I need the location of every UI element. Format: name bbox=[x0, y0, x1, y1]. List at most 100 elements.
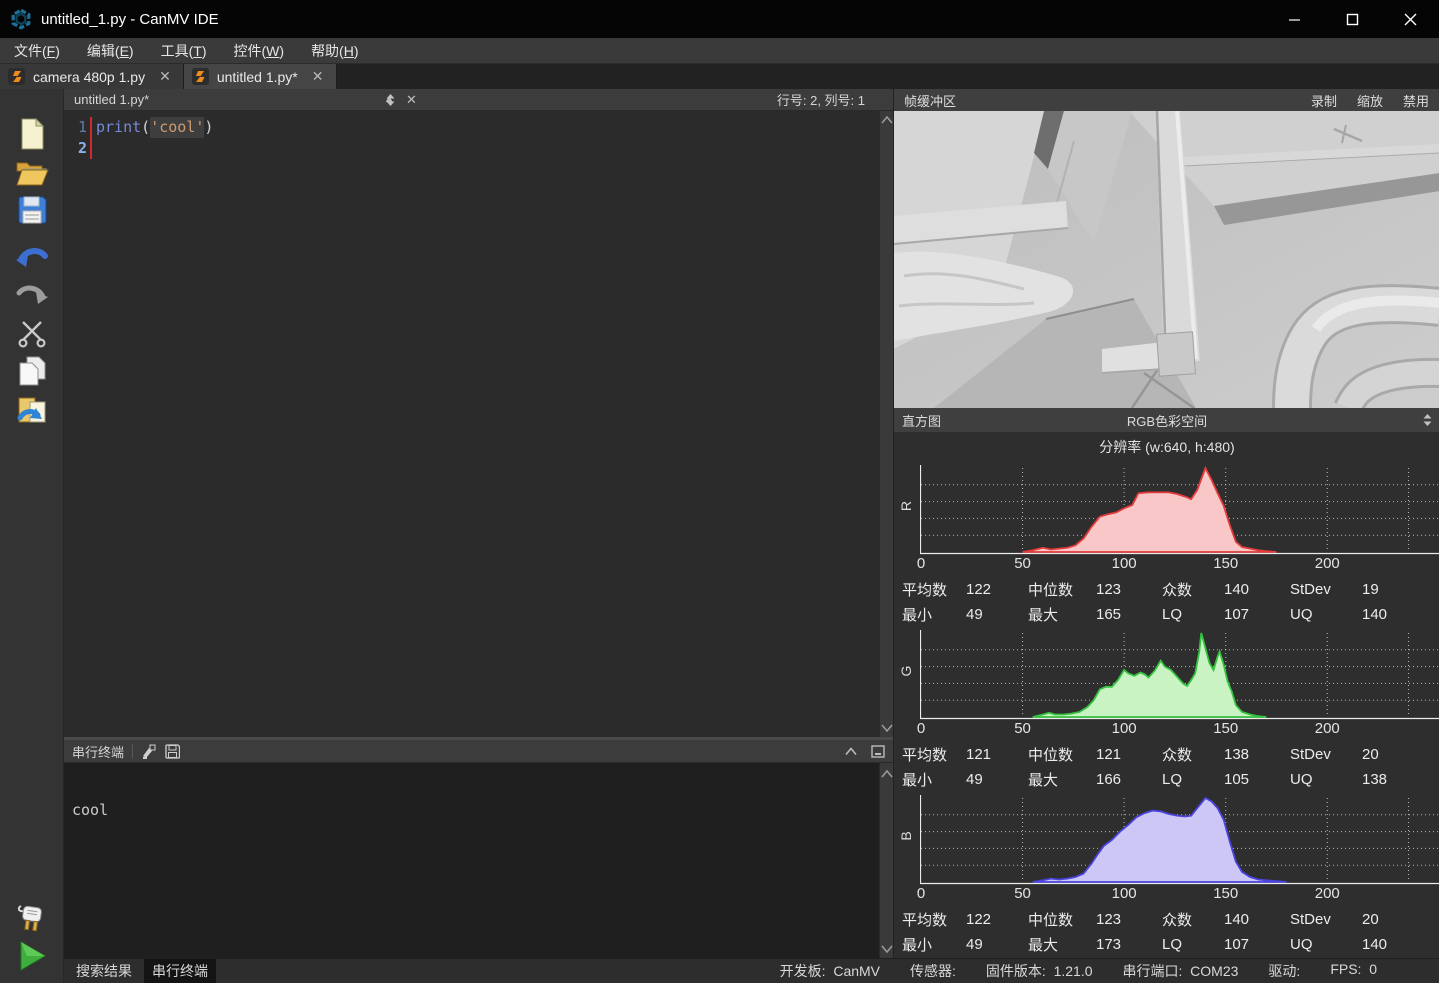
stat-label: 中位数 bbox=[1028, 744, 1096, 765]
stat-value: 123 bbox=[1096, 911, 1162, 928]
stat-label: LQ bbox=[1162, 936, 1224, 953]
tab-close-icon[interactable]: ✕ bbox=[159, 68, 171, 85]
stat-value: 122 bbox=[966, 911, 1028, 928]
scroll-up-icon[interactable] bbox=[881, 769, 893, 779]
left-toolbar bbox=[0, 89, 64, 983]
divider bbox=[132, 744, 133, 758]
status-bar: 搜索结果串行终端 开发板: CanMV传感器:固件版本: 1.21.0串行端口:… bbox=[64, 958, 1439, 983]
resolution-label: 分辨率 (w:640, h:480) bbox=[894, 432, 1439, 462]
connect-button[interactable] bbox=[14, 901, 50, 935]
channel-stats: 平均数122中位数123众数140StDev19最小49最大165LQ107UQ… bbox=[902, 577, 1439, 627]
paste-button[interactable] bbox=[14, 393, 50, 427]
sensor-field: 传感器: bbox=[910, 961, 956, 981]
minimize-button[interactable] bbox=[1265, 0, 1323, 38]
zoom-button[interactable]: 缩放 bbox=[1357, 91, 1383, 110]
run-play-icon bbox=[17, 940, 47, 972]
x-tick-label: 100 bbox=[1112, 885, 1137, 902]
channel-label: B bbox=[898, 826, 914, 846]
histogram-channel: G 050100150200 平均数121中位数121众数138StDev20最… bbox=[894, 627, 1439, 792]
menu-item[interactable]: 工具(T) bbox=[161, 41, 207, 61]
stat-label: 最大 bbox=[1028, 604, 1096, 625]
disable-button[interactable]: 禁用 bbox=[1403, 91, 1429, 110]
code-line[interactable]: 2 bbox=[64, 138, 879, 159]
save-terminal-icon[interactable] bbox=[165, 744, 180, 759]
histogram-channel: R 050100150200 平均数122中位数123众数140StDev19最… bbox=[894, 462, 1439, 627]
code-editor[interactable]: 1print('cool')2 bbox=[64, 111, 879, 737]
x-tick-label: 0 bbox=[917, 555, 925, 572]
stat-label: 最大 bbox=[1028, 769, 1096, 790]
channel-x-axis-labels: 050100150200 bbox=[894, 555, 1439, 575]
plug-icon bbox=[15, 902, 49, 934]
cut-button[interactable] bbox=[14, 316, 50, 350]
x-tick-label: 200 bbox=[1315, 720, 1340, 737]
menu-item[interactable]: 编辑(E) bbox=[87, 41, 134, 61]
stat-value: 173 bbox=[1096, 936, 1162, 953]
colorspace-select[interactable]: RGB色彩空间 bbox=[894, 411, 1439, 430]
stat-value: 140 bbox=[1362, 936, 1439, 953]
maximize-button[interactable] bbox=[1323, 0, 1381, 38]
stat-value: 20 bbox=[1362, 746, 1439, 763]
colorspace-spinner-icon[interactable] bbox=[1423, 413, 1432, 427]
x-tick-label: 50 bbox=[1014, 555, 1031, 572]
code-line[interactable]: 1print('cool') bbox=[64, 117, 879, 138]
histogram-channel: B 050100150200 平均数122中位数123众数140StDev20最… bbox=[894, 792, 1439, 957]
undo-button[interactable] bbox=[14, 241, 50, 275]
collapse-terminal-icon[interactable] bbox=[845, 747, 857, 756]
frame-buffer-panel: 帧缓冲区 录制缩放禁用 bbox=[893, 89, 1439, 958]
x-tick-label: 50 bbox=[1014, 885, 1031, 902]
file-tab-bar: camera 480p 1.py✕untitled 1.py*✕ bbox=[0, 64, 1439, 89]
paste-icon bbox=[16, 394, 48, 426]
board-field: 开发板: CanMV bbox=[780, 961, 880, 981]
run-button[interactable] bbox=[14, 939, 50, 973]
stat-value: 166 bbox=[1096, 771, 1162, 788]
menu-item[interactable]: 帮助(H) bbox=[311, 41, 358, 61]
stat-label: 最大 bbox=[1028, 934, 1096, 955]
scroll-down-icon[interactable] bbox=[881, 944, 893, 954]
copy-button[interactable] bbox=[14, 354, 50, 388]
redo-icon bbox=[15, 283, 49, 307]
file-tab[interactable]: camera 480p 1.py✕ bbox=[0, 64, 184, 89]
scroll-up-icon[interactable] bbox=[881, 115, 893, 125]
stat-value: 140 bbox=[1224, 911, 1290, 928]
terminal-title: 串行终端 bbox=[72, 742, 124, 761]
search-results-tab[interactable]: 搜索结果 bbox=[68, 959, 140, 983]
editor-file-title: untitled 1.py* bbox=[74, 92, 149, 107]
clear-terminal-icon[interactable] bbox=[141, 744, 157, 759]
stat-label: 平均数 bbox=[902, 744, 966, 765]
x-tick-label: 150 bbox=[1213, 720, 1238, 737]
record-button[interactable]: 录制 bbox=[1311, 91, 1337, 110]
scroll-down-icon[interactable] bbox=[881, 723, 893, 733]
x-tick-label: 200 bbox=[1315, 885, 1340, 902]
tab-close-icon[interactable]: ✕ bbox=[312, 68, 324, 85]
editor-close-icon[interactable]: ✕ bbox=[406, 92, 417, 108]
frame-buffer-image bbox=[894, 111, 1439, 408]
stat-label: StDev bbox=[1290, 911, 1362, 928]
redo-button[interactable] bbox=[14, 278, 50, 312]
stat-value: 107 bbox=[1224, 936, 1290, 953]
stat-value: 107 bbox=[1224, 606, 1290, 623]
terminal-output[interactable]: cool bbox=[64, 763, 879, 958]
save-button[interactable] bbox=[14, 193, 50, 227]
terminal-scrollbar[interactable] bbox=[879, 763, 893, 958]
open-file-button[interactable] bbox=[14, 155, 50, 189]
stat-value: 19 bbox=[1362, 581, 1439, 598]
detach-terminal-icon[interactable] bbox=[871, 745, 885, 758]
stat-label: 众数 bbox=[1162, 744, 1224, 765]
copy-icon bbox=[17, 355, 47, 387]
undo-icon bbox=[15, 246, 49, 270]
x-tick-label: 100 bbox=[1112, 720, 1137, 737]
file-tab[interactable]: untitled 1.py*✕ bbox=[184, 64, 337, 89]
new-file-button[interactable] bbox=[14, 117, 50, 151]
stat-value: 122 bbox=[966, 581, 1028, 598]
x-tick-label: 50 bbox=[1014, 720, 1031, 737]
menu-item[interactable]: 文件(F) bbox=[14, 41, 60, 61]
menu-item[interactable]: 控件(W) bbox=[234, 41, 285, 61]
editor-scrollbar[interactable] bbox=[879, 111, 893, 737]
stat-label: StDev bbox=[1290, 581, 1362, 598]
serial-terminal-tab[interactable]: 串行终端 bbox=[144, 959, 216, 983]
file-spinner-icon[interactable] bbox=[386, 93, 395, 107]
channel-x-axis-labels: 050100150200 bbox=[894, 720, 1439, 740]
code-token: 'cool' bbox=[150, 117, 204, 138]
close-button[interactable] bbox=[1381, 0, 1439, 38]
stat-label: 众数 bbox=[1162, 909, 1224, 930]
